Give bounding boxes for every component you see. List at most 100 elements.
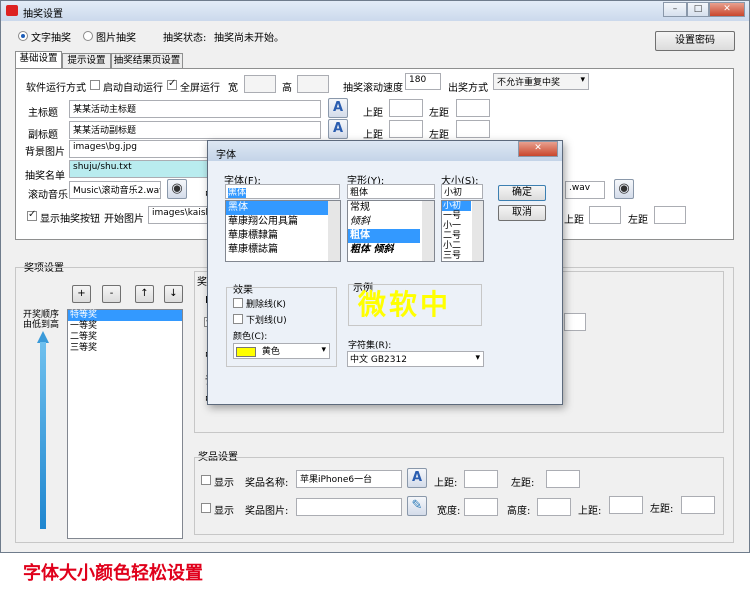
maximize-button[interactable]: □ (687, 2, 709, 17)
show-button-label: 显示抽奖按钮 (40, 214, 100, 225)
font-family-item[interactable]: 華康標隸篇 (226, 229, 340, 243)
music-input[interactable]: Music\滚动音乐2.wav (69, 181, 161, 199)
show-button-checkbox[interactable] (27, 209, 37, 221)
tab-basic[interactable]: 基础设置 (15, 51, 62, 68)
music-input-right[interactable]: .wav (565, 181, 605, 199)
ok-button[interactable]: 确定 (498, 185, 546, 201)
image-lottery-radio[interactable] (83, 31, 93, 41)
font-family-scrollbar[interactable] (328, 201, 340, 261)
text-lottery-radio[interactable] (18, 31, 28, 41)
list-label: 抽奖名单 (25, 171, 65, 182)
font-style-list[interactable]: 常规 倾斜 粗体 粗体 倾斜 (347, 200, 435, 262)
cancel-button[interactable]: 取消 (498, 205, 546, 221)
font-family-list[interactable]: 黑体 華康翔公用具篇 華康標隸篇 華康標誌篇 (225, 200, 341, 262)
sub-title-top-input[interactable] (389, 120, 423, 138)
music-play-button[interactable]: ◉ (167, 179, 187, 199)
font-style-item[interactable]: 粗体 (348, 229, 420, 243)
main-title-font-button[interactable]: A (328, 98, 348, 118)
font-dialog-title-bar: 字体 ✕ (208, 141, 562, 161)
goods-name-show-label: 显示 (214, 478, 234, 489)
color-label: 颜色(C): (233, 332, 268, 342)
font-a-icon: A (332, 100, 344, 115)
close-button[interactable]: ✕ (709, 2, 745, 17)
start-image-input[interactable]: images\kaishi (148, 206, 210, 224)
strikethrough-checkbox[interactable] (233, 298, 243, 308)
font-size-list[interactable]: 小初 一号 小一 二号 小二 三号 (441, 200, 484, 262)
charset-value: 中文 GB2312 (350, 355, 407, 365)
goods-name-font-button[interactable]: A (407, 468, 427, 488)
goods-name-left-input[interactable] (546, 470, 580, 488)
color-value: 黄色 (261, 347, 280, 357)
start-image-top-label: 上距 (564, 215, 584, 226)
prize-list[interactable]: 特等奖 一等奖 二等奖 三等奖 (67, 309, 183, 539)
order-arrow-shaft (40, 342, 46, 529)
goods-image-left-label: 左距: (650, 504, 674, 515)
background-label: 背景图片 (25, 147, 65, 158)
width-label: 宽 (228, 83, 238, 94)
goods-image-left-input[interactable] (681, 496, 715, 514)
font-size-input[interactable]: 小初 (441, 184, 483, 199)
remove-prize-button[interactable]: - (102, 285, 121, 303)
scroll-speed-input[interactable]: 180 (405, 73, 441, 90)
height-input[interactable] (297, 75, 329, 93)
goods-name-show-checkbox[interactable] (201, 475, 211, 485)
font-dialog-title: 字体 (216, 150, 236, 161)
goods-image-width-label: 宽度: (437, 506, 461, 517)
sub-title-top-label: 上距 (363, 130, 383, 141)
start-image-top-input[interactable] (589, 206, 621, 224)
music-play-button-right[interactable]: ◉ (614, 179, 634, 199)
sub-title-input[interactable]: 某某活动副标题 (69, 121, 321, 139)
goods-name-input[interactable]: 苹果iPhone6一台 (296, 470, 402, 488)
list-input[interactable]: shuju/shu.txt (69, 160, 211, 178)
goods-name-top-input[interactable] (464, 470, 498, 488)
goods-image-input[interactable] (296, 498, 402, 516)
font-family-item[interactable]: 華康翔公用具篇 (226, 215, 340, 229)
order-label-2: 由低到高 (23, 320, 60, 330)
width-input[interactable] (244, 75, 276, 93)
strikethrough-label: 删除线(K) (246, 300, 286, 310)
set-password-button[interactable]: 设置密码 (655, 31, 735, 51)
sub-title-left-label: 左距 (429, 130, 449, 141)
font-family-input[interactable]: 黑体 (225, 184, 340, 199)
goods-group (194, 457, 724, 535)
font-dialog-close-button[interactable]: ✕ (518, 141, 558, 157)
minimize-button[interactable]: – (663, 2, 687, 17)
sub-title-left-input[interactable] (456, 120, 490, 138)
font-size-scrollbar[interactable] (472, 201, 483, 261)
font-family-item[interactable]: 華康標誌篇 (226, 243, 340, 257)
goods-image-width-input[interactable] (464, 498, 498, 516)
font-size-item[interactable]: 小初 (442, 201, 471, 211)
caption: 字体大小颜色轻松设置 (23, 563, 203, 584)
charset-select[interactable]: 中文 GB2312 ▾ (347, 351, 484, 367)
prize-detail-input[interactable] (564, 313, 586, 331)
tab-result-page[interactable]: 抽奖结果页设置 (111, 53, 183, 68)
main-title-top-input[interactable] (389, 99, 423, 117)
add-prize-button[interactable]: + (72, 285, 91, 303)
color-select[interactable]: 黄色 ▾ (233, 343, 330, 359)
folder-icon: ✎ (411, 498, 423, 513)
chevron-down-icon: ▾ (475, 353, 480, 363)
main-title-input[interactable]: 某某活动主标题 (69, 100, 321, 118)
prize-list-item[interactable]: 二等奖 (68, 332, 182, 343)
start-image-left-input[interactable] (654, 206, 686, 224)
tab-prompt[interactable]: 提示设置 (62, 53, 111, 68)
goods-image-show-checkbox[interactable] (201, 503, 211, 513)
sub-title-font-button[interactable]: A (328, 119, 348, 139)
out-mode-select[interactable]: 不允许重复中奖 ▾ (493, 73, 589, 90)
font-style-scrollbar[interactable] (422, 201, 434, 261)
goods-image-browse-button[interactable]: ✎ (407, 496, 427, 516)
font-style-input[interactable]: 粗体 (347, 184, 435, 199)
underline-checkbox[interactable] (233, 314, 243, 324)
prize-list-item[interactable]: 特等奖 (68, 310, 182, 321)
auto-start-checkbox[interactable] (90, 80, 100, 90)
underline-label: 下划线(U) (246, 316, 287, 326)
move-down-button[interactable]: ↓ (164, 285, 183, 303)
goods-image-top-input[interactable] (609, 496, 643, 514)
main-title-left-input[interactable] (456, 99, 490, 117)
fullscreen-checkbox[interactable] (167, 78, 177, 90)
prize-list-item[interactable]: 三等奖 (68, 343, 182, 354)
font-family-item[interactable]: 黑体 (226, 201, 328, 215)
prize-list-item[interactable]: 一等奖 (68, 321, 182, 332)
goods-image-height-input[interactable] (537, 498, 571, 516)
move-up-button[interactable]: ↑ (135, 285, 154, 303)
